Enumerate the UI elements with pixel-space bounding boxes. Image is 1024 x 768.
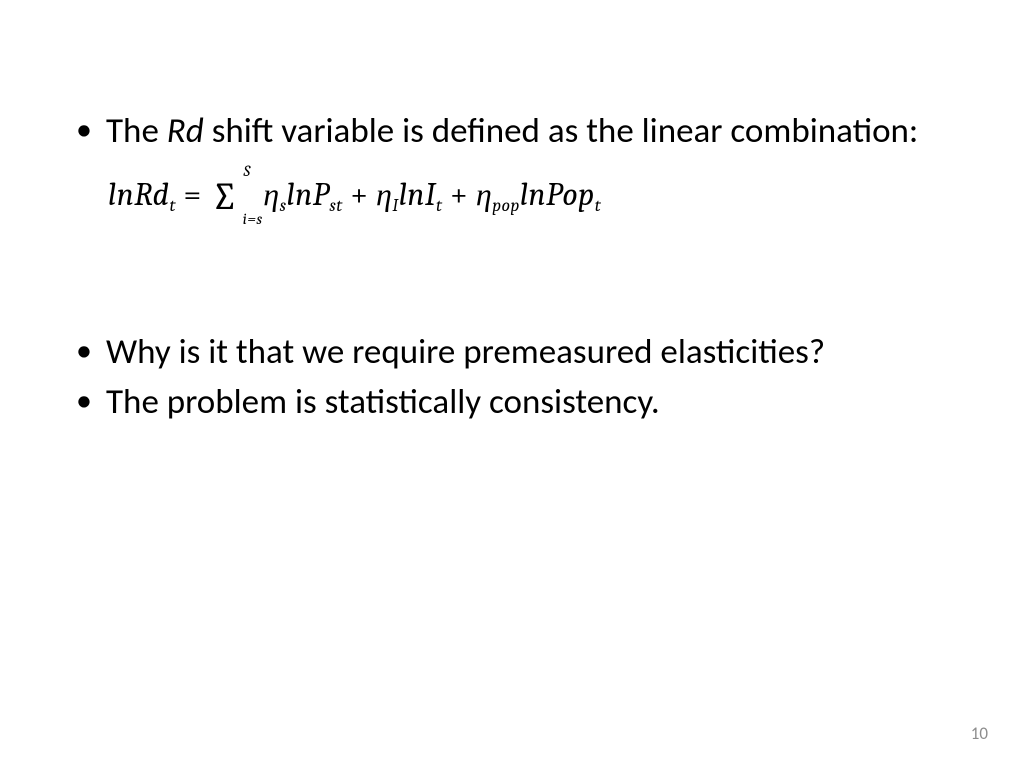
spacer [70,216,954,331]
bullet-1-var: Rd [167,110,204,152]
eq-t1-ln: ln [287,176,313,213]
eq-lhs-var: Rd [134,176,169,213]
eq-t1-var: P [313,176,330,213]
sum-icon: ∑Si=s [211,176,238,216]
slide: The Rd shift variable is defined as the … [0,0,1024,768]
eq-eta-s-sub: s [280,196,287,216]
eq-plus1: + [343,176,376,213]
eq-eta-pop-sub: pop [492,196,520,216]
bullet-1-pre: The [106,110,167,152]
eq-lhs-ln: ln [108,176,134,213]
body-list-2: Why is it that we require premeasured el… [70,331,954,425]
eq-eq: = [176,176,209,213]
eq-eta-I: η [376,176,392,213]
page-number: 10 [971,723,988,744]
eq-t2-var: I [425,176,436,213]
eq-t3-sub: t [595,196,601,216]
bullet-1: The Rd shift variable is defined as the … [70,110,954,154]
bullet-2: Why is it that we require premeasured el… [70,331,954,375]
equation: lnRdt = ∑Si=s ηslnPst + ηIlnIt + ηpoplnP… [108,176,954,216]
bullet-1-post: shift variable is defined as the linear … [204,110,919,152]
sum-upper: S [244,162,251,180]
eq-t3-ln: ln [520,176,546,213]
eq-eta-s: η [263,176,279,213]
bullet-3: The problem is statistically consistency… [70,381,954,425]
sum-lower: i=s [243,210,263,228]
eq-t2-ln: ln [399,176,425,213]
eq-plus2: + [443,176,476,213]
eq-t1-sub: st [329,196,342,216]
eq-t3-var: Pop [546,176,595,213]
eq-eta-pop: η [476,176,492,213]
body-list: The Rd shift variable is defined as the … [70,110,954,154]
